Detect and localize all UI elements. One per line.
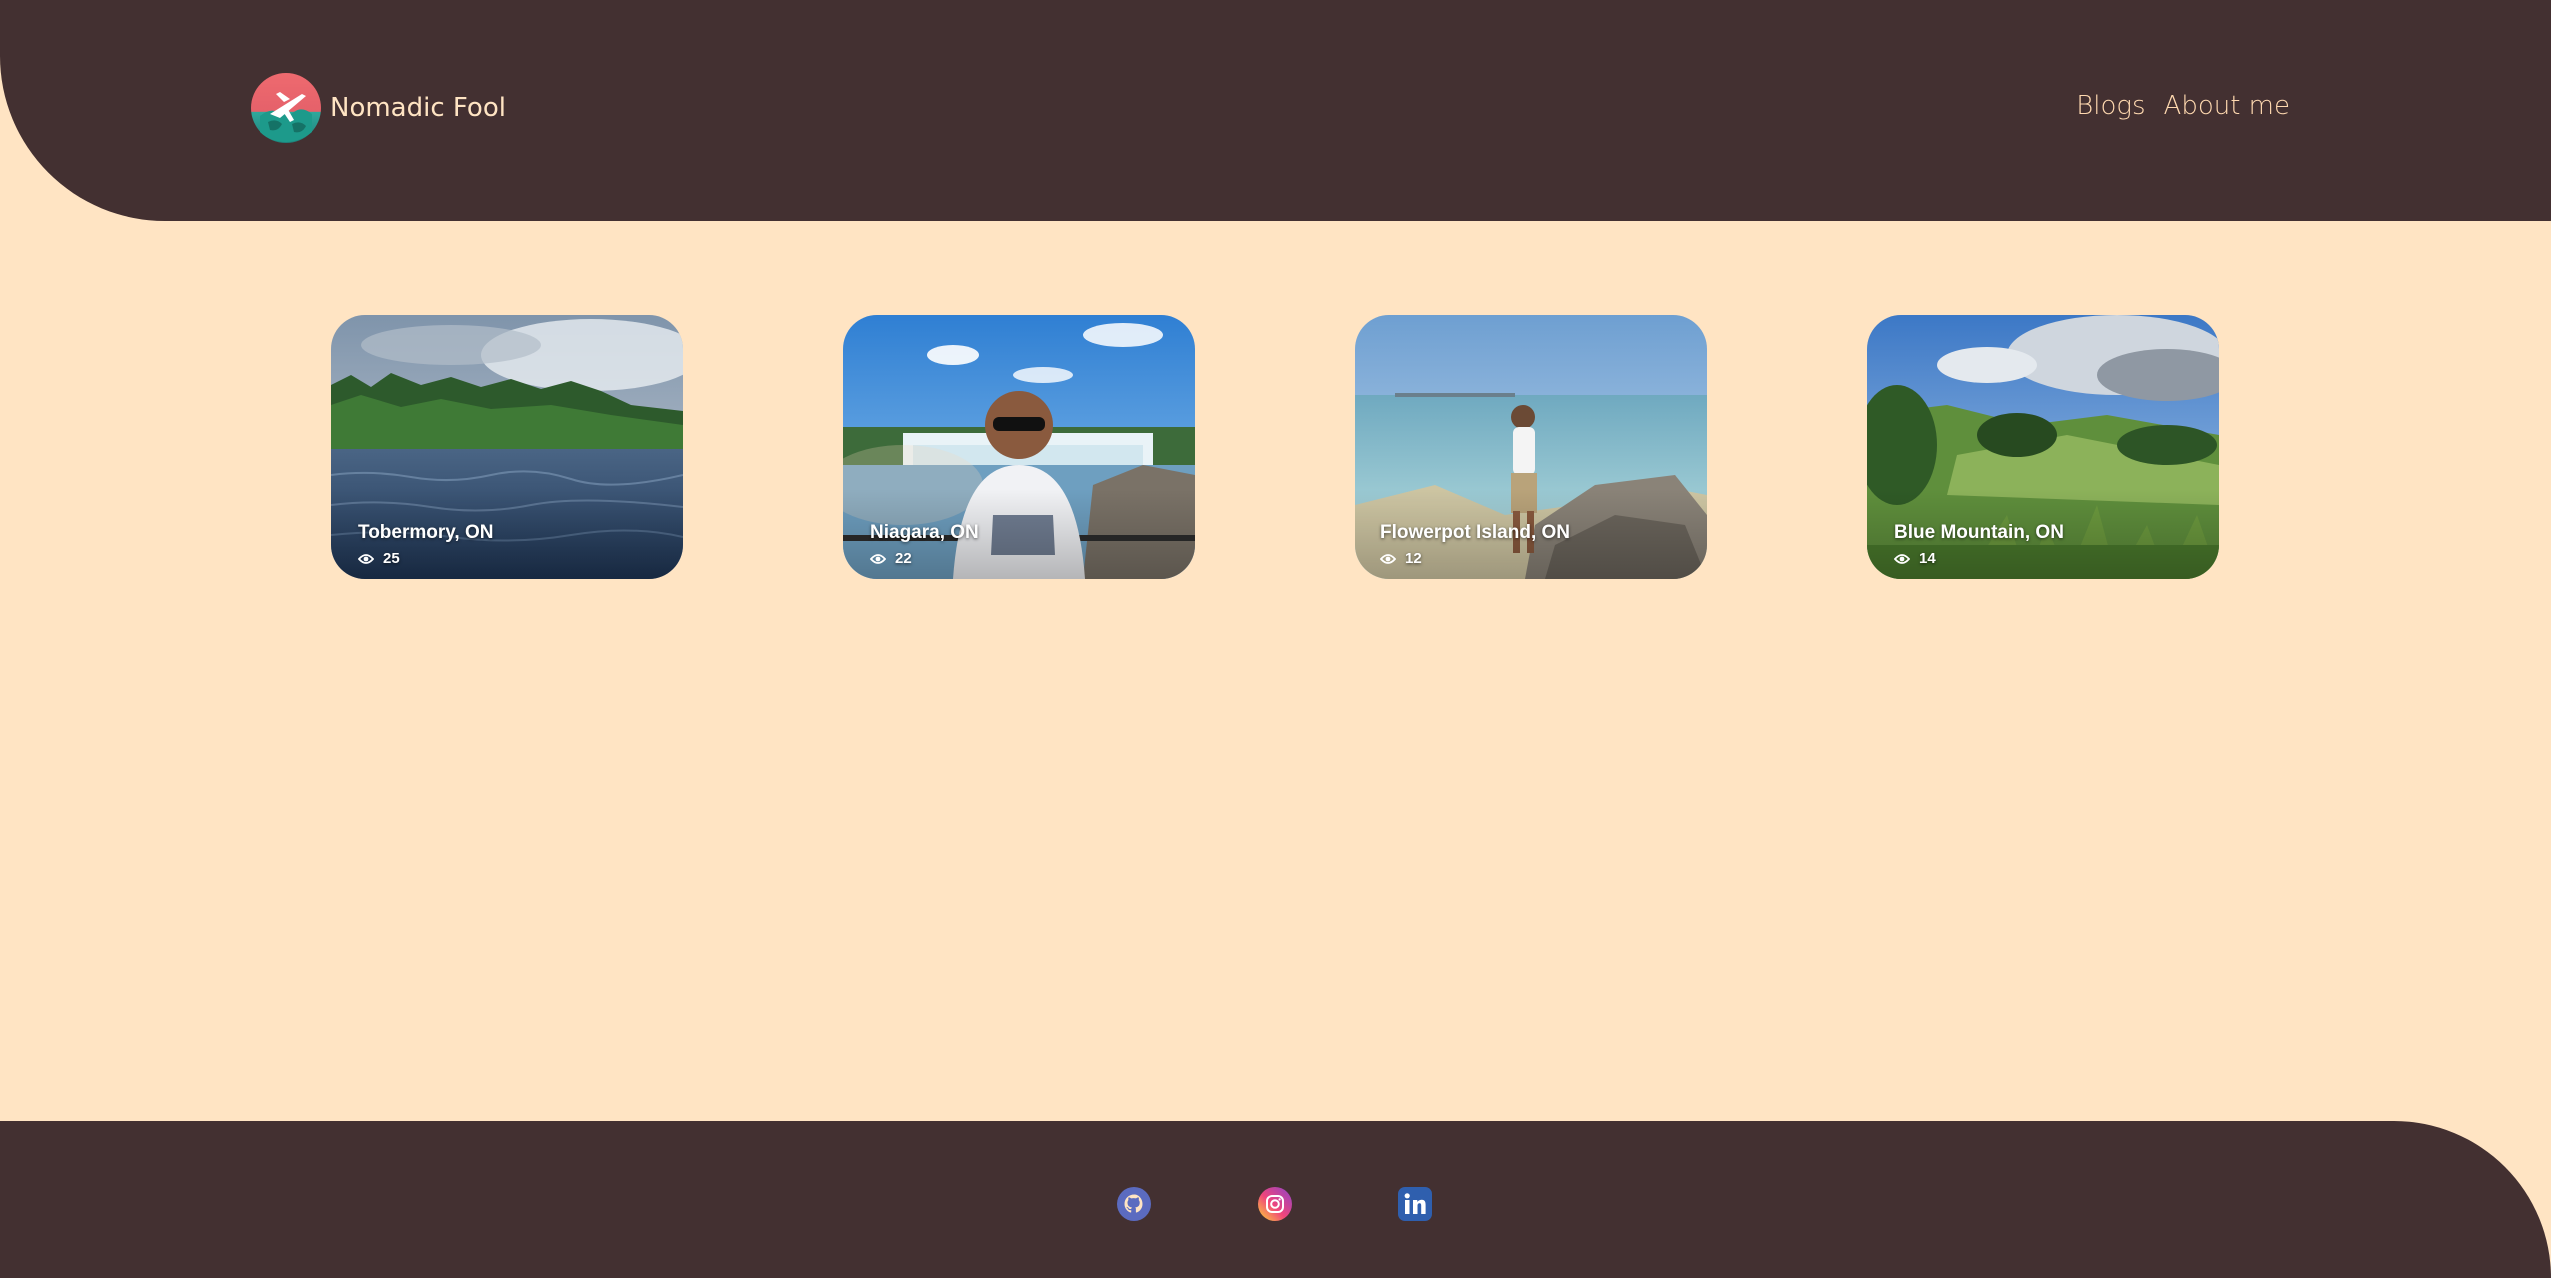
brand-name: Nomadic Fool: [330, 93, 506, 123]
brand-home-link[interactable]: Nomadic Fool: [250, 72, 506, 144]
view-count: 25: [383, 550, 400, 567]
card-meta: Flowerpot Island, ON 12: [1380, 522, 1570, 567]
card-views: 25: [358, 550, 493, 567]
card-views: 14: [1894, 550, 2064, 567]
blog-card-flowerpot-island[interactable]: Flowerpot Island, ON 12: [1355, 315, 1707, 579]
nav-blogs-link[interactable]: Blogs: [2076, 91, 2145, 121]
eye-icon: [1894, 553, 1910, 564]
github-link[interactable]: [1116, 1186, 1152, 1222]
blog-card-niagara[interactable]: Niagara, ON 22: [843, 315, 1195, 579]
linkedin-link[interactable]: [1397, 1186, 1433, 1222]
card-meta: Blue Mountain, ON 14: [1894, 522, 2064, 567]
nav-about-link[interactable]: About me: [2164, 91, 2290, 121]
card-title: Blue Mountain, ON: [1894, 522, 2064, 543]
eye-icon: [358, 553, 374, 564]
blog-card-blue-mountain[interactable]: Blue Mountain, ON 14: [1867, 315, 2219, 579]
github-icon: [1117, 1187, 1151, 1221]
globe-airplane-logo-icon: [251, 73, 321, 143]
card-title: Niagara, ON: [870, 522, 979, 543]
card-views: 12: [1380, 550, 1570, 567]
instagram-link[interactable]: [1257, 1186, 1293, 1222]
view-count: 12: [1405, 550, 1422, 567]
eye-icon: [1380, 553, 1396, 564]
blog-card-tobermory[interactable]: Tobermory, ON 25: [331, 315, 683, 579]
card-views: 22: [870, 550, 979, 567]
linkedin-icon: [1398, 1187, 1432, 1221]
instagram-icon: [1258, 1187, 1292, 1221]
card-title: Flowerpot Island, ON: [1380, 522, 1571, 543]
site-header: Nomadic Fool Blogs About me: [0, 0, 2551, 221]
view-count: 14: [1919, 550, 1936, 567]
card-meta: Tobermory, ON 25: [358, 522, 493, 567]
card-meta: Niagara, ON 22: [870, 522, 979, 567]
eye-icon: [870, 553, 886, 564]
card-title: Tobermory, ON: [358, 522, 494, 543]
view-count: 22: [895, 550, 912, 567]
main-nav: Blogs About me: [2058, 91, 2290, 121]
